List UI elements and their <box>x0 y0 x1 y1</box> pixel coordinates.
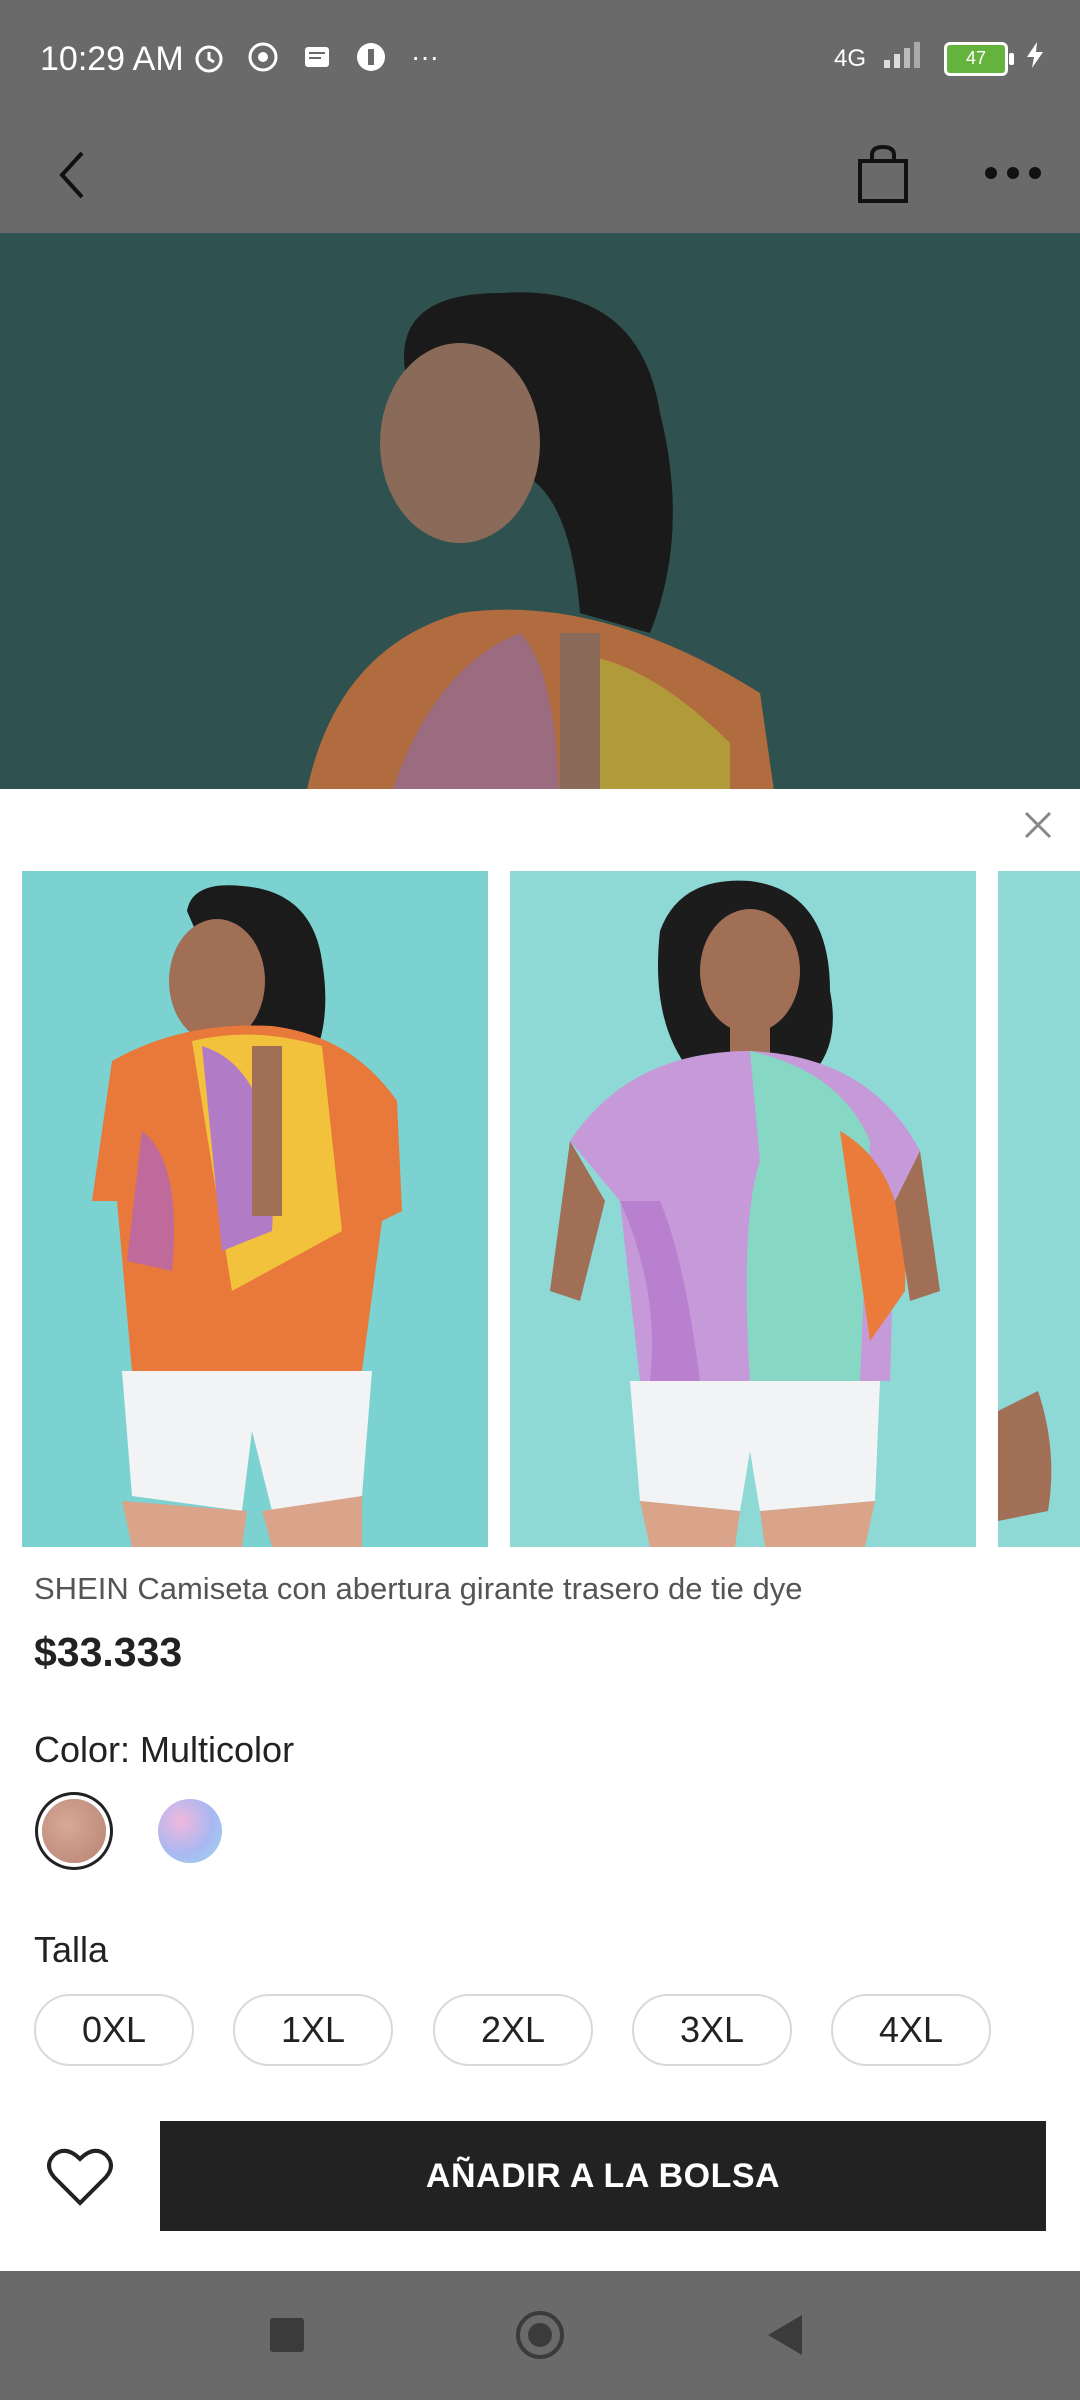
charging-icon <box>1024 40 1046 77</box>
more-dot <box>1029 167 1041 179</box>
system-navigation-bar <box>0 2271 1080 2400</box>
battery-icon: 47 <box>944 41 1014 76</box>
system-back-button[interactable] <box>768 2315 802 2355</box>
heart-icon <box>47 2148 113 2206</box>
more-dot <box>1007 167 1019 179</box>
model-side-photo <box>998 871 1080 1547</box>
shopping-bag-icon <box>858 144 908 203</box>
size-option-1xl[interactable]: 1XL <box>233 1994 393 2066</box>
add-to-bag-button[interactable]: AÑADIR A LA BOLSA <box>160 2121 1046 2231</box>
size-label: Talla <box>34 1929 109 1970</box>
color-label: Color: Multicolor <box>34 1729 295 1770</box>
quick-add-sheet: SHEIN Camiseta con abertura girante tras… <box>0 789 1080 2271</box>
close-button[interactable] <box>1018 805 1058 845</box>
product-gallery[interactable] <box>0 871 1080 1547</box>
product-title: SHEIN Camiseta con abertura girante tras… <box>34 1571 803 1606</box>
network-label: 4G <box>833 44 866 72</box>
more-notifications-icon: ··· <box>411 41 439 72</box>
back-button[interactable] <box>42 145 102 205</box>
battery-level: 47 <box>965 48 987 68</box>
chevron-left-icon <box>59 151 84 199</box>
size-option-2xl[interactable]: 2XL <box>433 1994 593 2066</box>
product-image-side[interactable] <box>998 871 1080 1547</box>
whatsapp-icon <box>244 38 282 76</box>
model-back-photo <box>22 871 488 1547</box>
signal-icon <box>882 40 928 77</box>
message-icon <box>298 38 336 76</box>
shopping-bag-button[interactable] <box>850 141 916 207</box>
alarm-icon <box>190 38 228 76</box>
size-option-4xl[interactable]: 4XL <box>831 1994 991 2066</box>
wishlist-button[interactable] <box>44 2141 116 2213</box>
model-photo <box>307 292 774 789</box>
notification-icons: ··· <box>190 38 444 76</box>
status-time: 10:29 AM <box>40 40 184 78</box>
close-icon <box>1024 811 1052 839</box>
more-horizontal-icon <box>985 167 997 179</box>
model-front-photo <box>510 871 976 1547</box>
product-image-front[interactable] <box>510 871 976 1547</box>
product-hero-image <box>0 233 1080 789</box>
system-status: 4G 47 <box>834 40 1046 77</box>
size-option-0xl[interactable]: 0XL <box>34 1994 194 2066</box>
color-swatch[interactable] <box>158 1799 222 1863</box>
size-option-3xl[interactable]: 3XL <box>632 1994 792 2066</box>
app-icon <box>352 38 390 76</box>
color-swatch-selected[interactable] <box>42 1799 106 1863</box>
recent-apps-button[interactable] <box>270 2318 304 2352</box>
status-bar: 10:29 AM ··· 4G 47 <box>0 0 1080 120</box>
more-options-button[interactable] <box>980 148 1046 198</box>
product-price: $33.333 <box>34 1629 183 1675</box>
top-navigation <box>0 120 1080 233</box>
home-button[interactable] <box>516 2311 564 2359</box>
product-image-back[interactable] <box>22 871 488 1547</box>
